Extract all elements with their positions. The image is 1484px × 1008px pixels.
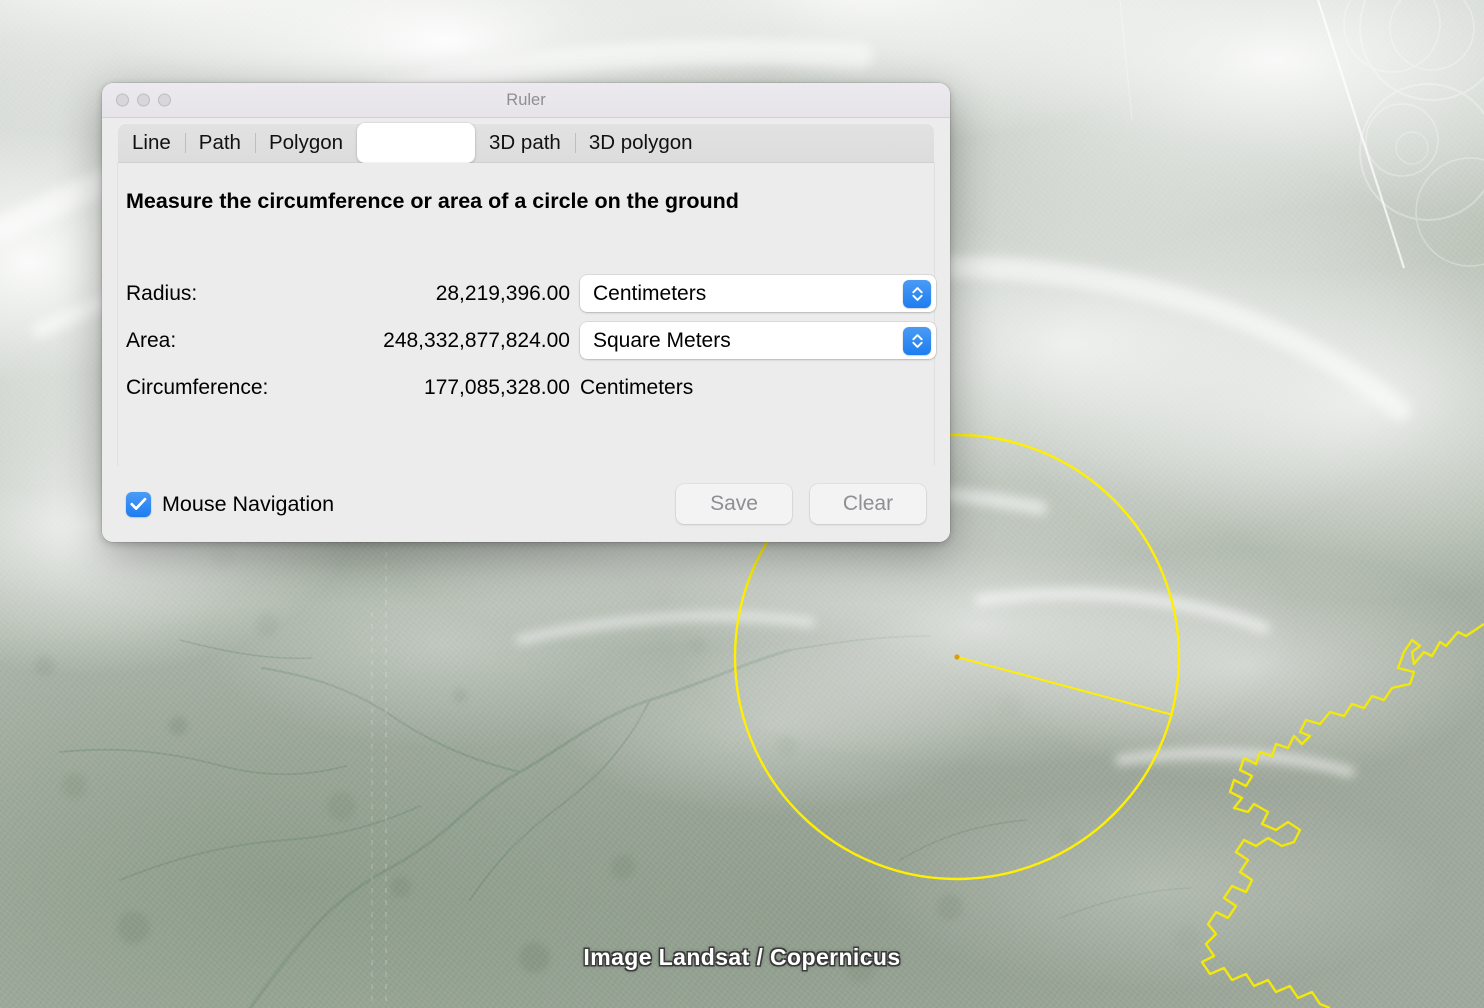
tab-path-label: Path	[198, 131, 241, 154]
tab-line[interactable]: Line	[118, 123, 185, 163]
tab-3d-path-label: 3D path	[489, 131, 561, 154]
tab-polygon[interactable]: Polygon	[254, 123, 357, 163]
circumference-value: 177,085,328.00	[424, 375, 570, 399]
tab-3d-path[interactable]: 3D path	[475, 123, 575, 163]
radius-value: 28,219,396.00	[435, 281, 570, 305]
radius-unit-label: Centimeters	[593, 281, 707, 305]
measurement-panel: Measure the circumference or area of a c…	[118, 163, 936, 473]
tab-line-label: Line	[132, 131, 171, 154]
area-label: Area:	[126, 328, 177, 352]
window-title: Ruler	[506, 91, 546, 109]
measurement-row-radius: Radius: 28,219,396.00 Centimeters	[118, 270, 936, 317]
mouse-navigation-checkbox[interactable]	[126, 491, 151, 517]
tabbar-container: Line Path Polygon 3D path 3D polygon	[102, 118, 950, 163]
radius-unit-stepper-icon[interactable]	[903, 279, 931, 308]
circumference-unit-label: Centimeters	[580, 375, 694, 399]
close-button-icon[interactable]	[116, 93, 129, 107]
ruler-window[interactable]: Ruler Line Path Polygon 3D path 3D polyg…	[102, 83, 950, 542]
panel-description: Measure the circumference or area of a c…	[126, 189, 739, 213]
tab-3d-polygon-label: 3D polygon	[588, 131, 693, 154]
tab-circle[interactable]	[357, 123, 476, 163]
radius-unit-select[interactable]: Centimeters	[580, 275, 936, 312]
circumference-label: Circumference:	[126, 375, 269, 399]
area-unit-select[interactable]: Square Meters	[580, 322, 936, 359]
minimize-button-icon[interactable]	[137, 93, 150, 107]
window-controls[interactable]	[116, 93, 171, 107]
mouse-navigation-toggle[interactable]: Mouse Navigation	[126, 491, 335, 517]
mouse-navigation-label: Mouse Navigation	[162, 491, 335, 516]
radius-label: Radius:	[126, 281, 198, 305]
tab-path[interactable]: Path	[184, 123, 255, 163]
tab-polygon-label: Polygon	[268, 131, 344, 154]
map-attribution: Image Landsat / Copernicus	[583, 944, 901, 970]
zoom-button-icon[interactable]	[158, 93, 171, 107]
area-unit-stepper-icon[interactable]	[903, 326, 931, 355]
area-value: 248,332,877,824.00	[383, 328, 570, 352]
window-footer: Mouse Navigation Save Clear	[102, 466, 950, 542]
tab-3d-polygon[interactable]: 3D polygon	[574, 123, 707, 163]
save-button[interactable]: Save	[676, 484, 792, 524]
area-unit-label: Square Meters	[593, 328, 731, 352]
window-titlebar[interactable]: Ruler	[102, 83, 950, 118]
measurement-mode-tabs[interactable]: Line Path Polygon 3D path 3D polygon	[118, 123, 934, 163]
measurement-row-circumference: Circumference: 177,085,328.00 Centimeter…	[118, 364, 934, 411]
footer-action-buttons: Save Clear	[676, 484, 926, 524]
measurement-row-area: Area: 248,332,877,824.00 Square Meters	[118, 317, 936, 364]
clear-button[interactable]: Clear	[810, 484, 926, 524]
